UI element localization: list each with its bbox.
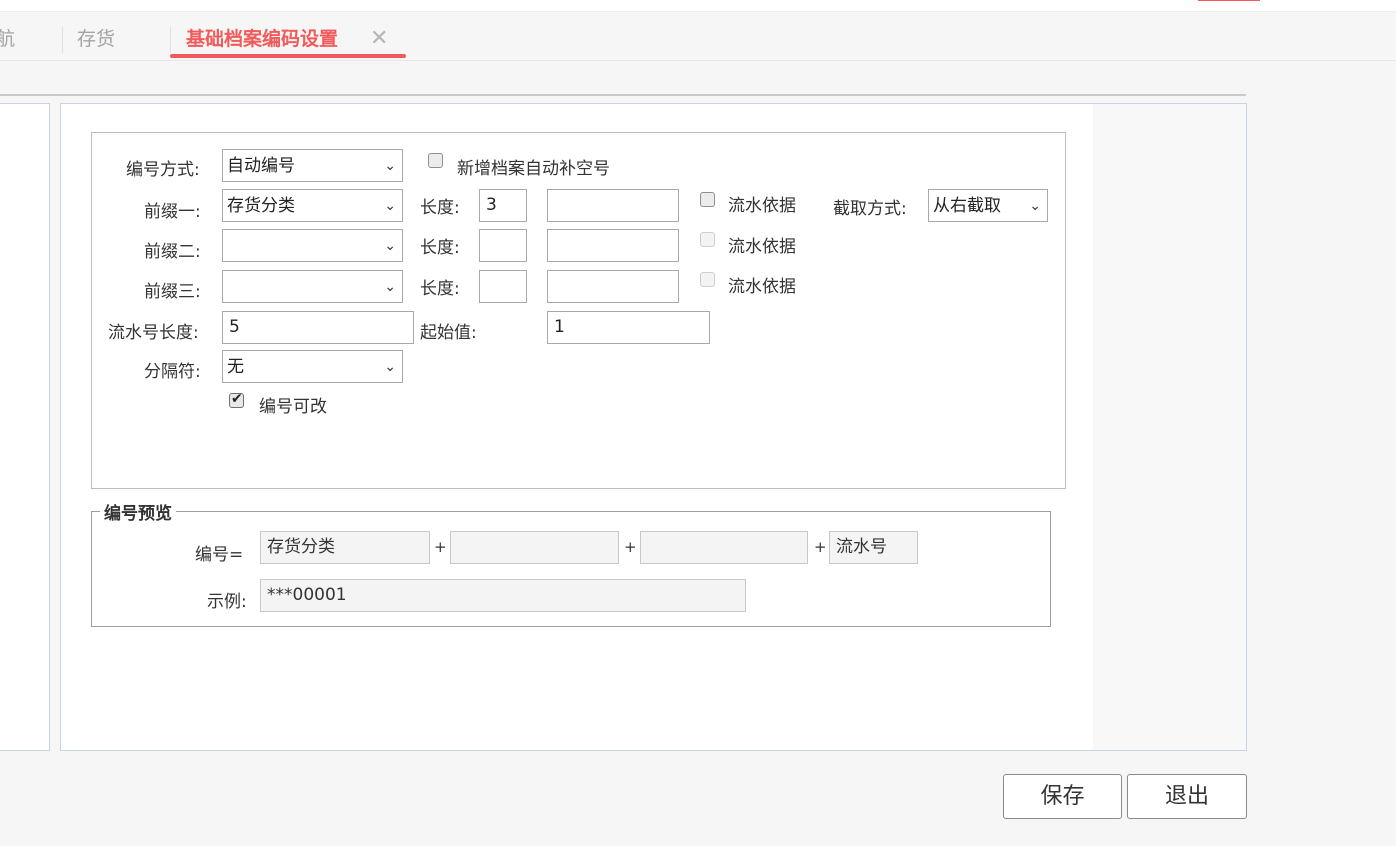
exit-button[interactable]: 退出 [1127, 774, 1247, 819]
start-value-label: 起始值: [420, 323, 477, 343]
code-label: 编号= [195, 545, 244, 565]
prefix3-length-label: 长度: [420, 279, 460, 299]
cut-mode-select[interactable]: 从右截取 ⌄ [928, 189, 1048, 222]
prefix1-label: 前缀一: [144, 202, 201, 222]
chevron-down-icon: ⌄ [384, 279, 396, 295]
prefix2-label: 前缀二: [144, 242, 201, 262]
serial-length-input[interactable]: 5 [222, 311, 414, 344]
editable-checkbox[interactable] [229, 391, 244, 408]
preview-part-2 [450, 531, 619, 564]
preview-legend: 编号预览 [100, 499, 176, 524]
panel-margin [1093, 104, 1246, 750]
prefix2-extra-input[interactable] [547, 229, 679, 262]
prefix3-select[interactable]: ⌄ [222, 270, 403, 303]
chevron-down-icon: ⌄ [1029, 198, 1041, 214]
numbering-mode-label: 编号方式: [126, 160, 200, 180]
prefix3-length-input[interactable] [479, 270, 527, 303]
prefix1-select[interactable]: 存货分类 ⌄ [222, 189, 403, 222]
prefix2-serial-basis-checkbox[interactable] [700, 232, 715, 247]
preview-part-3 [640, 531, 808, 564]
numbering-mode-select[interactable]: 自动编号 ⌄ [222, 149, 403, 182]
start-value-input[interactable]: 1 [547, 311, 710, 344]
save-button[interactable]: 保存 [1003, 774, 1122, 819]
prefix3-label: 前缀三: [144, 282, 201, 302]
plus-sign: + [624, 538, 637, 556]
prefix1-serial-basis-label: 流水依据 [728, 196, 796, 216]
plus-sign: + [814, 538, 827, 556]
serial-length-label: 流水号长度: [108, 323, 199, 343]
prefix2-select[interactable]: ⌄ [222, 229, 403, 262]
chevron-down-icon: ⌄ [384, 359, 396, 375]
editable-label: 编号可改 [259, 397, 327, 417]
tab-separator [170, 27, 171, 53]
auto-fill-blank-checkbox[interactable] [428, 153, 443, 168]
prefix3-extra-input[interactable] [547, 270, 679, 303]
auto-fill-blank-label: 新增档案自动补空号 [457, 159, 610, 179]
prefix3-serial-basis-checkbox[interactable] [700, 272, 715, 287]
plus-sign: + [434, 538, 447, 556]
chevron-down-icon: ⌄ [384, 238, 396, 254]
prefix2-length-input[interactable] [479, 229, 527, 262]
tab-partial[interactable]: 航 [0, 12, 15, 61]
prefix1-serial-basis-checkbox[interactable] [700, 192, 715, 207]
prefix1-length-label: 长度: [420, 198, 460, 218]
prefix1-extra-input[interactable] [547, 189, 679, 222]
header-button-edge [1198, 0, 1260, 1]
tab-inventory[interactable]: 存货 [77, 12, 115, 61]
chevron-down-icon: ⌄ [384, 198, 396, 214]
prefix2-length-label: 长度: [420, 238, 460, 258]
prefix1-length-input[interactable]: 3 [479, 189, 527, 222]
tab-separator [62, 27, 63, 53]
chevron-down-icon: ⌄ [384, 158, 396, 174]
divider [0, 94, 1246, 96]
prefix3-serial-basis-label: 流水依据 [728, 277, 796, 297]
preview-part-1: 存货分类 [260, 531, 430, 564]
top-bar [0, 0, 1396, 12]
preview-part-4: 流水号 [829, 531, 918, 564]
example-label: 示例: [207, 592, 247, 612]
example-value: ***00001 [260, 579, 746, 612]
cut-mode-label: 截取方式: [833, 199, 907, 219]
prefix2-serial-basis-label: 流水依据 [728, 237, 796, 257]
active-tab-indicator [170, 54, 406, 58]
separator-label: 分隔符: [144, 362, 201, 382]
separator-select[interactable]: 无 ⌄ [222, 350, 403, 383]
close-icon[interactable]: ✕ [370, 27, 388, 51]
left-panel [0, 103, 50, 751]
tab-bar: 航 存货 基础档案编码设置 ✕ [0, 12, 1396, 61]
